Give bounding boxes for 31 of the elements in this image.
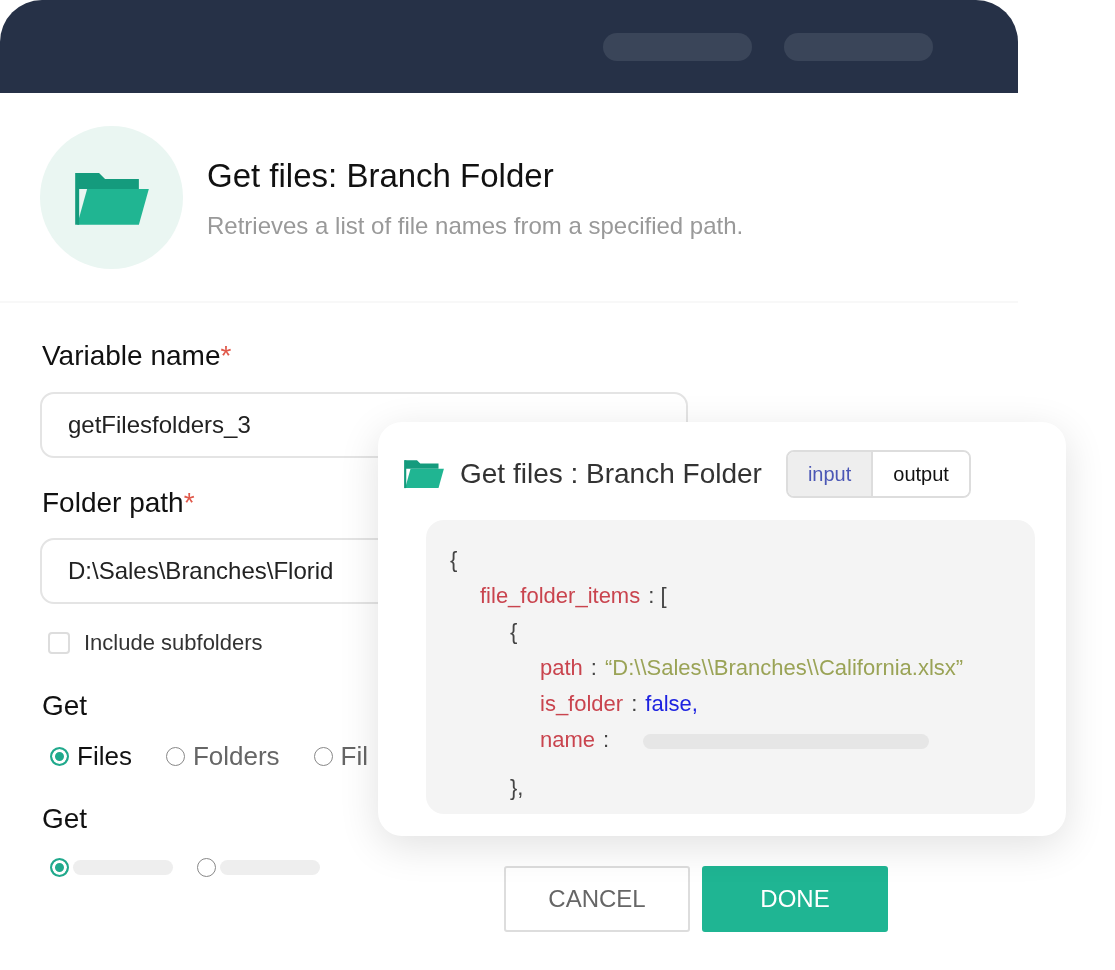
- radio-label: Folders: [192, 740, 280, 773]
- header-title: Get files: Branch Folder: [207, 155, 555, 196]
- code-separator: :: [603, 727, 610, 752]
- group-label: Get: [42, 689, 88, 723]
- radio-button[interactable]: [50, 858, 69, 877]
- radio-label: Files: [77, 740, 132, 773]
- field-label: Variable name*: [42, 339, 232, 373]
- header-subtitle: Retrieves a list of file names from a specified path.: [207, 211, 744, 242]
- code-literal: false,: [645, 691, 698, 716]
- folder-icon: [404, 458, 444, 490]
- code-separator: :: [631, 691, 638, 716]
- checkbox[interactable]: [48, 631, 70, 654]
- tab[interactable]: output: [871, 452, 969, 496]
- code-brace: {: [510, 618, 519, 646]
- radio-label: Fil: [340, 740, 369, 773]
- required-mark: *: [220, 340, 232, 371]
- code-key: path: [540, 655, 583, 680]
- radio-button[interactable]: [50, 747, 69, 766]
- checkbox-label: Include subfolders: [84, 629, 263, 657]
- field-label: Folder path*: [42, 486, 195, 520]
- code-key: is_folder: [540, 691, 624, 716]
- code-key: name: [540, 727, 596, 752]
- code-string: “D:\\Sales\\Branches\\California.xlsx”: [604, 655, 964, 680]
- cancel-button[interactable]: CANCEL: [504, 866, 690, 932]
- popup-title: Get files : Branch Folder: [460, 457, 762, 491]
- tab[interactable]: input: [787, 452, 872, 496]
- code-separator: :: [590, 655, 597, 680]
- required-mark: *: [183, 487, 195, 518]
- group-label: Get: [42, 802, 88, 836]
- code-brace: },: [510, 774, 525, 802]
- code-brace: {: [450, 546, 459, 574]
